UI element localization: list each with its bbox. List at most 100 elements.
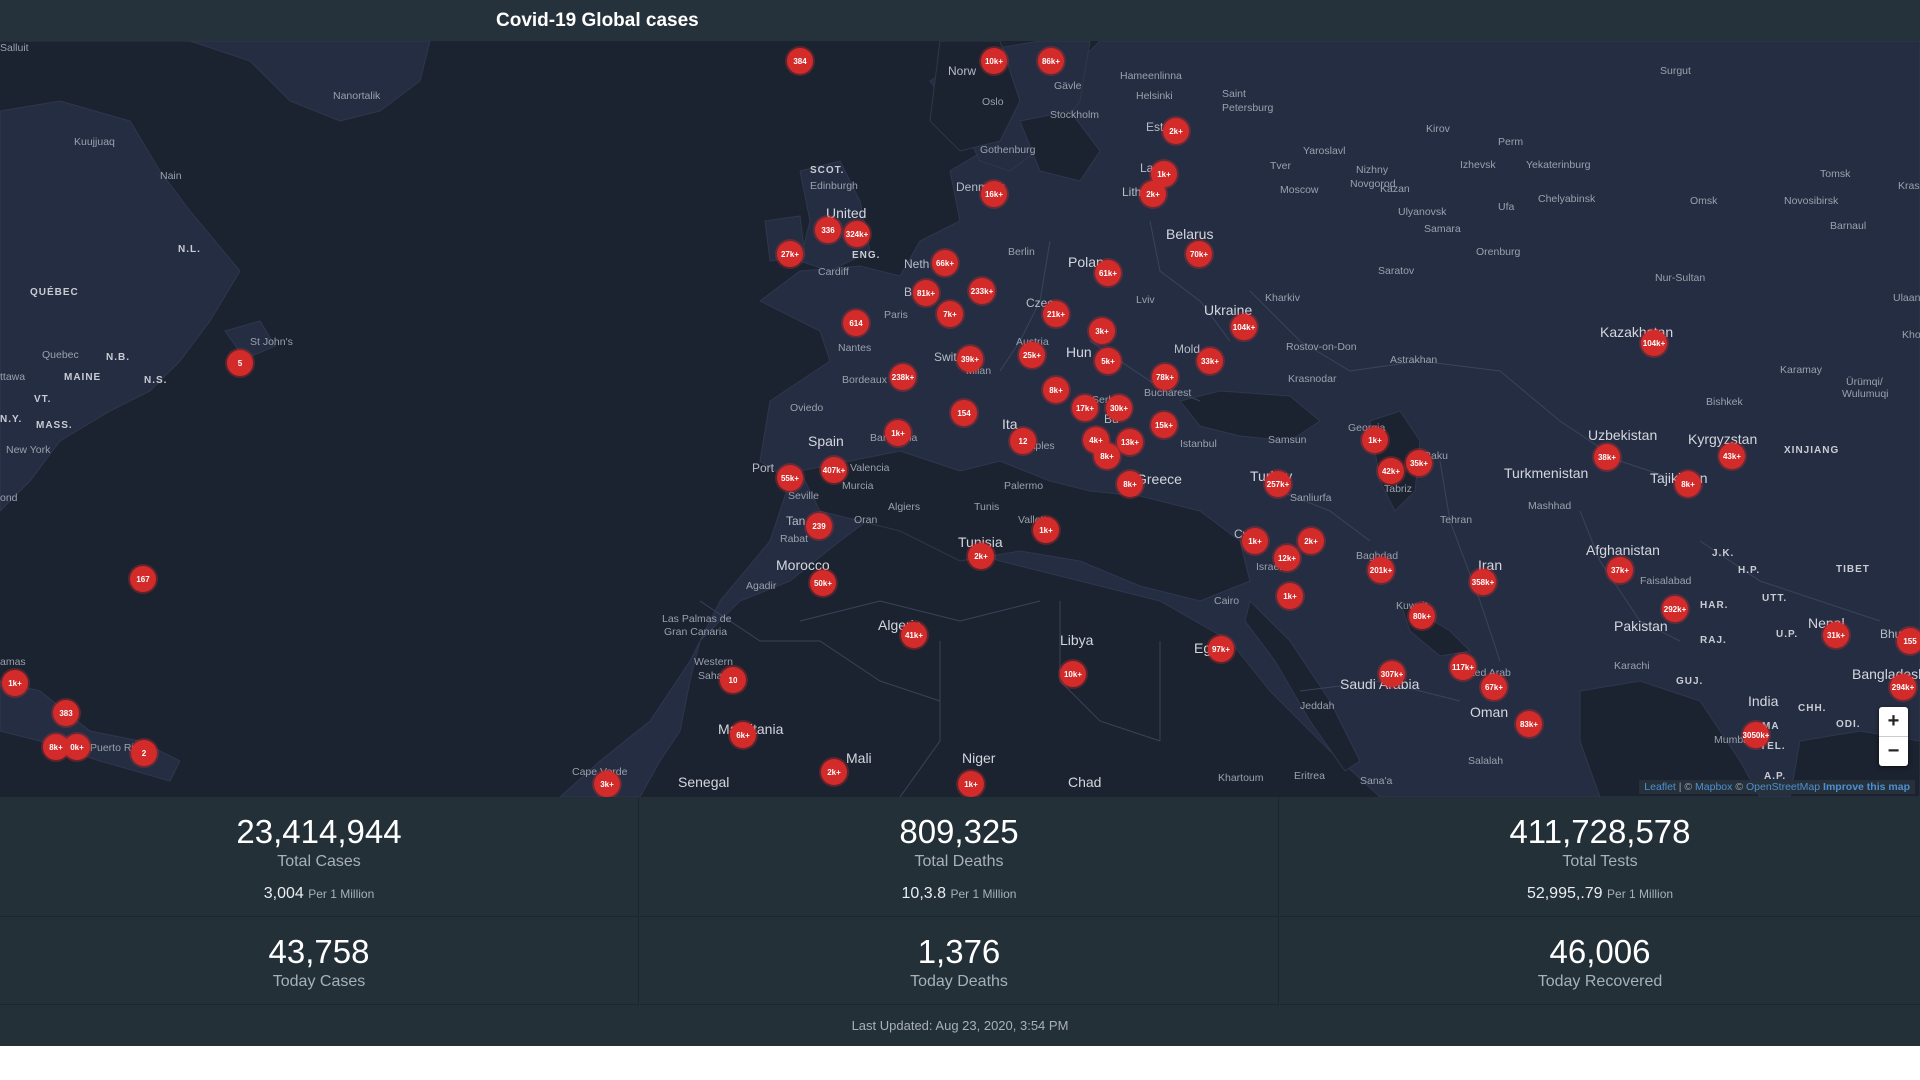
improve-map-link[interactable]: Improve this map (1823, 781, 1910, 793)
case-marker[interactable]: 43k+ (1719, 443, 1745, 469)
case-marker[interactable]: 0k+ (64, 734, 90, 760)
case-marker[interactable]: 167 (130, 566, 156, 592)
case-marker[interactable]: 154 (951, 400, 977, 426)
zoom-in-button[interactable]: + (1879, 707, 1908, 737)
case-marker[interactable]: 155 (1897, 628, 1920, 654)
case-marker[interactable]: 201k+ (1368, 557, 1394, 583)
case-marker[interactable]: 383 (53, 700, 79, 726)
openstreetmap-link[interactable]: OpenStreetMap (1746, 781, 1820, 793)
case-marker[interactable]: 12k+ (1274, 545, 1300, 571)
map-place-label: Tver (1270, 160, 1291, 172)
case-marker[interactable]: 78k+ (1152, 364, 1178, 390)
case-marker[interactable]: 61k+ (1095, 260, 1121, 286)
map-place-label: UTT. (1762, 593, 1788, 604)
case-marker[interactable]: 50k+ (810, 570, 836, 596)
case-marker[interactable]: 70k+ (1186, 241, 1212, 267)
case-marker[interactable]: 25k+ (1019, 342, 1045, 368)
case-marker[interactable]: 3k+ (1089, 318, 1115, 344)
case-marker[interactable]: 27k+ (777, 241, 803, 267)
map-place-label: Istanbul (1180, 438, 1217, 450)
mapbox-link[interactable]: Mapbox (1695, 781, 1732, 793)
case-marker[interactable]: 38k+ (1594, 444, 1620, 470)
case-marker[interactable]: 257k+ (1265, 471, 1291, 497)
case-marker[interactable]: 614 (843, 310, 869, 336)
case-marker[interactable]: 233k+ (969, 278, 995, 304)
case-marker[interactable]: 2 (131, 740, 157, 766)
case-marker[interactable]: 12 (1010, 428, 1036, 454)
case-marker[interactable]: 16k+ (981, 181, 1007, 207)
case-marker[interactable]: 1k+ (958, 771, 984, 797)
case-marker[interactable]: 31k+ (1823, 622, 1849, 648)
case-marker[interactable]: 238k+ (890, 364, 916, 390)
case-marker[interactable]: 6k+ (730, 722, 756, 748)
case-marker[interactable]: 30k+ (1106, 395, 1132, 421)
case-marker[interactable]: 307k+ (1379, 661, 1405, 687)
case-marker[interactable]: 10 (720, 667, 746, 693)
case-marker[interactable]: 292k+ (1662, 596, 1688, 622)
cases-per-million: 3,004 Per 1 Million (0, 885, 638, 903)
case-marker[interactable]: 3050k+ (1743, 722, 1769, 748)
case-marker[interactable]: 407k+ (821, 457, 847, 483)
map-place-label: Yekaterinburg (1526, 159, 1591, 171)
case-marker[interactable]: 2k+ (1298, 528, 1324, 554)
case-marker[interactable]: 17k+ (1072, 395, 1098, 421)
case-marker[interactable]: 324k+ (844, 221, 870, 247)
case-marker[interactable]: 2k+ (968, 543, 994, 569)
case-marker[interactable]: 13k+ (1117, 429, 1143, 455)
case-marker[interactable]: 104k+ (1641, 330, 1667, 356)
case-marker[interactable]: 80k+ (1409, 603, 1435, 629)
case-marker[interactable]: 1k+ (1362, 427, 1388, 453)
case-marker[interactable]: 21k+ (1043, 301, 1069, 327)
case-marker[interactable]: 10k+ (981, 48, 1007, 74)
case-marker[interactable]: 1k+ (885, 420, 911, 446)
case-marker[interactable]: 66k+ (932, 250, 958, 276)
case-marker[interactable]: 67k+ (1481, 674, 1507, 700)
case-marker[interactable]: 2k+ (1163, 118, 1189, 144)
case-marker[interactable]: 117k+ (1450, 654, 1476, 680)
map-place-label: VT. (34, 394, 52, 405)
case-marker[interactable]: 384 (787, 48, 813, 74)
map-place-label: Karamay (1780, 364, 1823, 376)
case-marker[interactable]: 1k+ (1033, 517, 1059, 543)
leaflet-link[interactable]: Leaflet (1644, 781, 1676, 793)
case-marker[interactable]: 33k+ (1197, 348, 1223, 374)
total-cases-label: Total Cases (277, 853, 361, 870)
map-place-label: amas (0, 656, 26, 668)
case-marker[interactable]: 358k+ (1470, 569, 1496, 595)
case-marker[interactable]: 1k+ (2, 670, 28, 696)
case-marker[interactable]: 5k+ (1095, 348, 1121, 374)
case-marker[interactable]: 336 (815, 217, 841, 243)
case-marker[interactable]: 15k+ (1151, 412, 1177, 438)
today-cases-label: Today Cases (272, 973, 366, 990)
today-cases-card: 43,758 Today Cases (0, 917, 639, 1005)
case-marker[interactable]: 7k+ (937, 301, 963, 327)
case-marker[interactable]: 55k+ (777, 465, 803, 491)
case-marker[interactable]: 3k+ (594, 771, 620, 797)
case-marker[interactable]: 86k+ (1038, 48, 1064, 74)
case-marker[interactable]: 42k+ (1378, 458, 1404, 484)
case-marker[interactable]: 1k+ (1242, 528, 1268, 554)
case-marker[interactable]: 37k+ (1607, 557, 1633, 583)
case-marker[interactable]: 10k+ (1060, 661, 1086, 687)
zoom-out-button[interactable]: − (1879, 737, 1908, 766)
case-marker[interactable]: 35k+ (1406, 450, 1432, 476)
case-marker[interactable]: 239 (806, 513, 832, 539)
case-marker[interactable]: 8k+ (1675, 471, 1701, 497)
case-marker[interactable]: 83k+ (1516, 711, 1542, 737)
case-marker[interactable]: 294k+ (1890, 674, 1916, 700)
case-marker[interactable]: 8k+ (1117, 471, 1143, 497)
case-marker[interactable]: 5 (227, 350, 253, 376)
case-marker[interactable]: 2k+ (821, 759, 847, 785)
map-place-label: Kirov (1426, 123, 1450, 135)
case-marker[interactable]: 39k+ (957, 346, 983, 372)
map-place-label: Ita (1002, 416, 1018, 432)
world-map[interactable]: Salluit Nanortalik Kuujjuaq Nain N.L. QUÉBEC S… (0, 41, 1920, 797)
case-marker[interactable]: 41k+ (901, 622, 927, 648)
case-marker[interactable]: 81k+ (913, 280, 939, 306)
case-marker[interactable]: 104k+ (1231, 314, 1257, 340)
case-marker[interactable]: 2k+ (1140, 181, 1166, 207)
case-marker[interactable]: 1k+ (1277, 583, 1303, 609)
case-marker[interactable]: 97k+ (1208, 636, 1234, 662)
case-marker[interactable]: 8k+ (1043, 377, 1069, 403)
case-marker[interactable]: 8k+ (1094, 443, 1120, 469)
